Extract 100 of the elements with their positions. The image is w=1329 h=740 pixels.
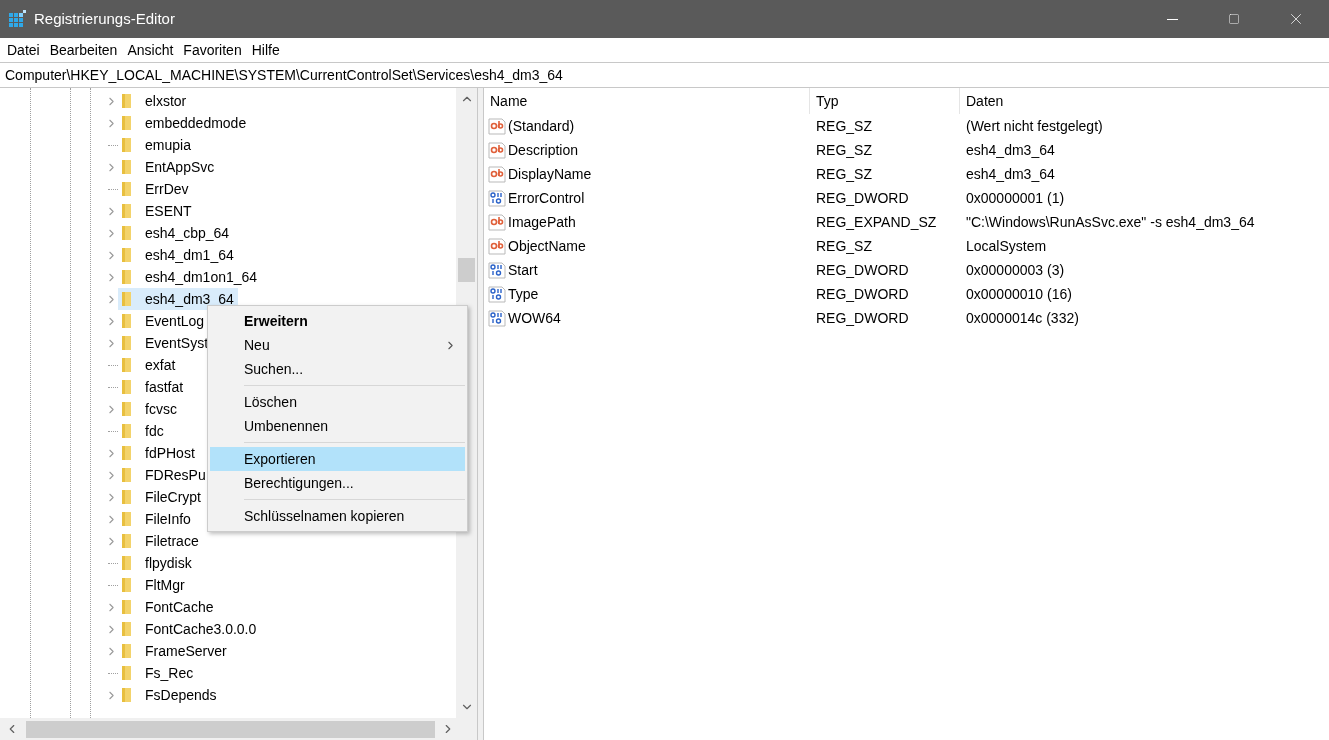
value-data: "C:\Windows\RunAsSvc.exe" -s esh4_dm3_64 [965, 212, 1255, 232]
value-type: REG_SZ [815, 164, 873, 184]
tree-item-label: FDResPu [145, 465, 206, 485]
folder-icon [119, 269, 133, 285]
tree-item[interactable]: FrameServer [118, 640, 231, 662]
menu-bar-item[interactable]: Datei [2, 38, 45, 62]
folder-icon [119, 181, 133, 197]
scrollbar-thumb[interactable] [458, 258, 475, 282]
tree-item-label: FltMgr [145, 575, 185, 595]
folder-icon [119, 467, 133, 483]
tree-item-label: esh4_dm1on1_64 [145, 267, 258, 287]
tree-item-label: esh4_dm3_64 [145, 289, 234, 309]
value-type: REG_DWORD [815, 308, 910, 328]
context-menu-item[interactable]: Umbenennen [210, 414, 465, 438]
tree-item-label: Filetrace [145, 531, 199, 551]
column-header[interactable]: Daten [960, 88, 1329, 114]
context-menu-item[interactable]: Neu [210, 333, 465, 357]
context-menu-item[interactable]: Exportieren [210, 447, 465, 471]
horizontal-scrollbar[interactable] [0, 718, 477, 740]
context-menu-item[interactable]: Löschen [210, 390, 465, 414]
tree-item[interactable]: elxstor [118, 90, 191, 112]
value-name: DisplayName [508, 164, 592, 184]
binary-value-icon [488, 189, 506, 207]
tree-item-label: elxstor [145, 91, 187, 111]
value-name: ObjectName [508, 236, 586, 256]
tree-item[interactable]: fdc [118, 420, 168, 442]
menu-bar-item[interactable]: Bearbeiten [44, 38, 123, 62]
minimize-icon [1166, 18, 1178, 20]
value-type: REG_DWORD [815, 284, 910, 304]
tree-item[interactable]: FileCrypt [118, 486, 205, 508]
menu-bar-item[interactable]: Hilfe [246, 38, 285, 62]
folder-icon [119, 137, 133, 153]
folder-icon [119, 687, 133, 703]
tree-item[interactable]: FDResPu [118, 464, 210, 486]
folder-icon [119, 665, 133, 681]
window-title: Registrierungs-Editor [34, 8, 175, 29]
tree-item[interactable]: EntAppSvc [118, 156, 219, 178]
tree-item[interactable]: exfat [118, 354, 180, 376]
tree-item[interactable]: esh4_dm1_64 [118, 244, 238, 266]
tree-item[interactable]: FsDepends [118, 684, 221, 706]
tree-item[interactable]: EventSyst [118, 332, 213, 354]
maximize-icon [1228, 13, 1240, 25]
value-name: ErrorControl [508, 188, 585, 208]
folder-icon [119, 401, 133, 417]
column-header[interactable]: Typ [810, 88, 960, 114]
folder-icon [119, 203, 133, 219]
tree-item[interactable]: FontCache3.0.0.0 [118, 618, 261, 640]
context-menu-item[interactable]: Erweitern [210, 309, 465, 333]
folder-icon [119, 489, 133, 505]
folder-icon [119, 247, 133, 263]
tree-item[interactable]: fcvsc [118, 398, 181, 420]
tree-item[interactable]: fdPHost [118, 442, 199, 464]
tree-item[interactable]: FileInfo [118, 508, 195, 530]
tree-item[interactable]: emupia [118, 134, 195, 156]
tree-item[interactable]: esh4_dm3_64 [118, 288, 238, 310]
value-data: esh4_dm3_64 [965, 164, 1055, 184]
context-menu-item[interactable]: Schlüsselnamen kopieren [210, 504, 465, 528]
context-menu-item[interactable]: Berechtigungen... [210, 471, 465, 495]
folder-icon [119, 115, 133, 131]
tree-item-label: FileCrypt [145, 487, 201, 507]
tree-item[interactable]: Fs_Rec [118, 662, 198, 684]
value-data: (Wert nicht festgelegt) [965, 116, 1103, 136]
string-value-icon [488, 141, 506, 159]
tree-item-label: flpydisk [145, 553, 192, 573]
menu-bar-item[interactable]: Ansicht [122, 38, 179, 62]
context-menu-item[interactable]: Suchen... [210, 357, 465, 381]
folder-icon [119, 423, 133, 439]
value-data: 0x0000014c (332) [965, 308, 1079, 328]
binary-value-icon [488, 261, 506, 279]
folder-icon [119, 621, 133, 637]
tree-item-label: EntAppSvc [145, 157, 215, 177]
folder-icon [119, 93, 133, 109]
folder-icon [119, 533, 133, 549]
tree-item[interactable]: ESENT [118, 200, 196, 222]
value-type: REG_SZ [815, 236, 873, 256]
tree-item-label: Fs_Rec [145, 663, 194, 683]
folder-icon [119, 577, 133, 593]
tree-item[interactable]: fastfat [118, 376, 188, 398]
folder-icon [119, 225, 133, 241]
folder-icon [119, 159, 133, 175]
address-bar[interactable]: Computer\HKEY_LOCAL_MACHINE\SYSTEM\CurrentControlSet\Services\esh4_dm3_64 [0, 62, 1329, 88]
tree-item-label: FsDepends [145, 685, 217, 705]
tree-item[interactable]: FltMgr [118, 574, 189, 596]
value-data: 0x00000010 (16) [965, 284, 1072, 304]
value-data: LocalSystem [965, 236, 1047, 256]
tree-item[interactable]: FontCache [118, 596, 218, 618]
tree-item[interactable]: flpydisk [118, 552, 196, 574]
tree-item-label: fastfat [145, 377, 184, 397]
tree-item[interactable]: ErrDev [118, 178, 193, 200]
value-data: 0x00000003 (3) [965, 260, 1065, 280]
tree-item[interactable]: Filetrace [118, 530, 203, 552]
binary-value-icon [488, 309, 506, 327]
scrollbar-thumb[interactable] [26, 720, 435, 738]
column-header[interactable]: Name [484, 88, 810, 114]
menu-bar-item[interactable]: Favoriten [178, 38, 247, 62]
tree-item[interactable]: esh4_dm1on1_64 [118, 266, 262, 288]
tree-item[interactable]: embeddedmode [118, 112, 251, 134]
tree-item[interactable]: esh4_cbp_64 [118, 222, 234, 244]
tree-item[interactable]: EventLog [118, 310, 209, 332]
value-data: esh4_dm3_64 [965, 140, 1055, 160]
